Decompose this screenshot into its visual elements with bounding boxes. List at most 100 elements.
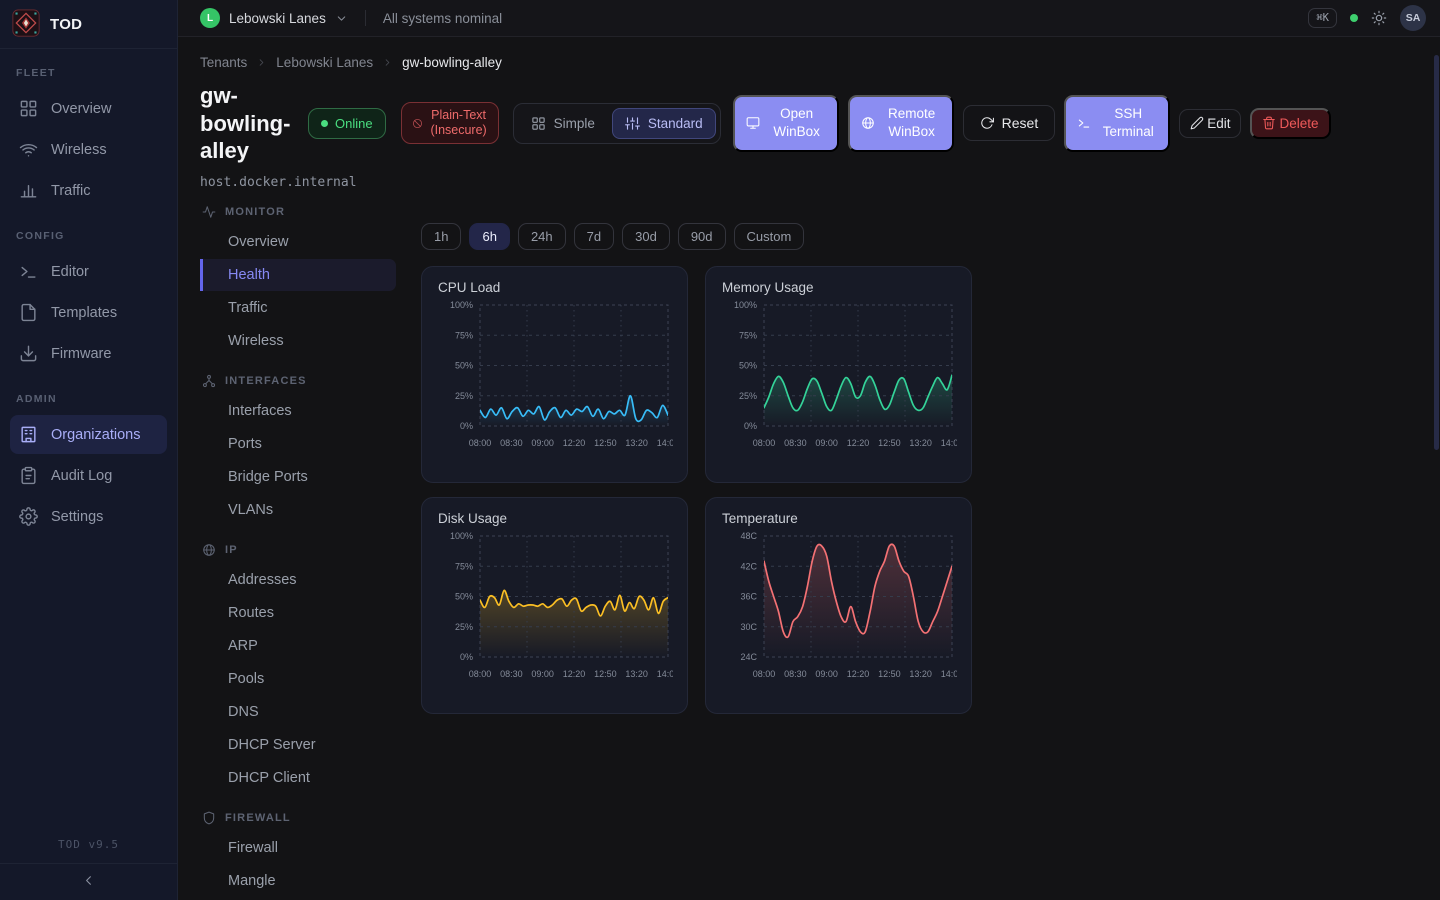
subnav-item-dns[interactable]: DNS — [200, 696, 396, 728]
sidebar-nav: FLEETOverviewWirelessTrafficCONFIGEditor… — [0, 49, 177, 828]
subnav-item-dhcp-server[interactable]: DHCP Server — [200, 729, 396, 761]
chart-title: CPU Load — [438, 280, 671, 295]
sidebar-item-label: Editor — [51, 264, 89, 280]
svg-text:14:00: 14:00 — [657, 438, 673, 448]
chevron-right-icon — [382, 57, 393, 68]
online-dot-icon — [321, 120, 328, 127]
subnav-item-ports[interactable]: Ports — [200, 428, 396, 460]
ssh-terminal-button[interactable]: SSH Terminal — [1064, 95, 1170, 152]
subnav-item-traffic[interactable]: Traffic — [200, 292, 396, 324]
svg-text:25%: 25% — [455, 621, 473, 631]
svg-text:08:00: 08:00 — [753, 669, 776, 679]
time-range-1h[interactable]: 1h — [421, 223, 461, 250]
time-range-90d[interactable]: 90d — [678, 223, 726, 250]
svg-text:08:30: 08:30 — [500, 669, 523, 679]
download-icon — [19, 344, 38, 363]
command-palette-shortcut[interactable]: ⌘K — [1308, 8, 1337, 28]
subnav-item-wireless[interactable]: Wireless — [200, 325, 396, 357]
sidebar-collapse-button[interactable] — [0, 863, 177, 900]
badge-label: Plain-Text (Insecure) — [430, 108, 488, 138]
time-range-30d[interactable]: 30d — [622, 223, 670, 250]
user-avatar[interactable]: SA — [1400, 5, 1426, 31]
page-title: gw-bowling-alley — [200, 82, 296, 165]
subnav-item-pools[interactable]: Pools — [200, 663, 396, 695]
sidebar-item-wireless[interactable]: Wireless — [10, 130, 167, 169]
open-winbox-button[interactable]: Open WinBox — [733, 95, 839, 152]
sidebar-item-templates[interactable]: Templates — [10, 293, 167, 332]
subnav-item-mangle[interactable]: Mangle — [200, 865, 396, 897]
svg-text:12:50: 12:50 — [878, 438, 901, 448]
subnav-section-label: FIREWALL — [225, 812, 291, 824]
time-range-custom[interactable]: Custom — [734, 223, 805, 250]
subnav-item-interfaces[interactable]: Interfaces — [200, 395, 396, 427]
time-range-6h[interactable]: 6h — [469, 223, 509, 250]
view-mode-label: Simple — [554, 116, 595, 131]
time-range-7d[interactable]: 7d — [574, 223, 614, 250]
grid-icon — [19, 99, 38, 118]
sidebar-item-editor[interactable]: Editor — [10, 252, 167, 291]
system-status-text: All systems nominal — [383, 11, 502, 26]
subnav-item-routes[interactable]: Routes — [200, 597, 396, 629]
tenant-name: Lebowski Lanes — [229, 11, 326, 26]
reset-button[interactable]: Reset — [963, 105, 1056, 141]
breadcrumb-item-tenants[interactable]: Tenants — [200, 55, 247, 70]
subnav-item-vlans[interactable]: VLANs — [200, 494, 396, 526]
chart-canvas: 48C42C36C30C24C08:0008:3009:0012:2012:50… — [722, 531, 957, 689]
subnav-item-health[interactable]: Health — [200, 259, 396, 291]
tenant-selector[interactable]: L Lebowski Lanes — [200, 8, 348, 28]
terminal-icon — [19, 262, 38, 281]
sidebar-item-audit-log[interactable]: Audit Log — [10, 456, 167, 495]
sidebar-item-settings[interactable]: Settings — [10, 497, 167, 536]
topbar-divider — [365, 10, 366, 26]
breadcrumb-item-gw-bowling-alley: gw-bowling-alley — [402, 55, 502, 70]
svg-text:13:20: 13:20 — [909, 438, 932, 448]
topbar: L Lebowski Lanes All systems nominal ⌘K … — [178, 0, 1440, 37]
svg-text:08:00: 08:00 — [469, 669, 492, 679]
pencil-icon — [1190, 116, 1204, 130]
building-icon — [19, 425, 38, 444]
badge-label: Online — [335, 116, 373, 131]
theme-toggle-icon[interactable] — [1371, 10, 1387, 26]
edit-button[interactable]: Edit — [1179, 109, 1241, 138]
sidebar-item-label: Overview — [51, 101, 111, 117]
chart-card-temperature: Temperature48C42C36C30C24C08:0008:3009:0… — [705, 497, 972, 714]
scrollbar-thumb[interactable] — [1434, 55, 1439, 450]
view-mode-standard[interactable]: Standard — [612, 108, 716, 139]
grid-icon — [531, 116, 546, 131]
chart-card-cpu-load: CPU Load100%75%50%25%0%08:0008:3009:0012… — [421, 266, 688, 483]
svg-text:25%: 25% — [739, 390, 757, 400]
delete-button[interactable]: Delete — [1250, 108, 1330, 139]
svg-text:14:00: 14:00 — [941, 669, 957, 679]
time-range-24h[interactable]: 24h — [518, 223, 566, 250]
sidebar-item-label: Wireless — [51, 142, 107, 158]
tenant-avatar: L — [200, 8, 220, 28]
svg-text:25%: 25% — [455, 390, 473, 400]
time-range-selector: 1h 6h 24h 7d 30d 90d Custom — [421, 223, 972, 250]
sidebar-item-traffic[interactable]: Traffic — [10, 171, 167, 210]
shield-icon — [202, 811, 216, 825]
view-mode-toggle: Simple Standard — [513, 103, 721, 144]
chart-title: Disk Usage — [438, 511, 671, 526]
subnav-item-dhcp-client[interactable]: DHCP Client — [200, 762, 396, 794]
svg-text:09:00: 09:00 — [531, 438, 554, 448]
subnav-item-addresses[interactable]: Addresses — [200, 564, 396, 596]
breadcrumb-item-lebowski-lanes[interactable]: Lebowski Lanes — [276, 55, 373, 70]
subnav-item-bridge-ports[interactable]: Bridge Ports — [200, 461, 396, 493]
subnav-item-overview[interactable]: Overview — [200, 226, 396, 258]
sidebar-item-organizations[interactable]: Organizations — [10, 415, 167, 454]
view-mode-simple[interactable]: Simple — [518, 108, 608, 139]
main-content: Tenants Lebowski Lanes gw-bowling-alley gw… — [178, 37, 1440, 900]
remote-winbox-button[interactable]: Remote WinBox — [848, 95, 954, 152]
chart-title: Temperature — [722, 511, 955, 526]
sidebar-item-firmware[interactable]: Firmware — [10, 334, 167, 373]
subnav-item-firewall[interactable]: Firewall — [200, 832, 396, 864]
svg-text:12:20: 12:20 — [563, 669, 586, 679]
content-row: MONITOROverviewHealthTrafficWirelessINTE… — [200, 203, 1440, 898]
svg-text:24C: 24C — [740, 652, 757, 662]
svg-text:0%: 0% — [744, 421, 757, 431]
subnav-item-arp[interactable]: ARP — [200, 630, 396, 662]
svg-text:75%: 75% — [455, 330, 473, 340]
sidebar-item-overview[interactable]: Overview — [10, 89, 167, 128]
chart-canvas: 100%75%50%25%0%08:0008:3009:0012:2012:50… — [722, 300, 957, 458]
gear-icon — [19, 507, 38, 526]
